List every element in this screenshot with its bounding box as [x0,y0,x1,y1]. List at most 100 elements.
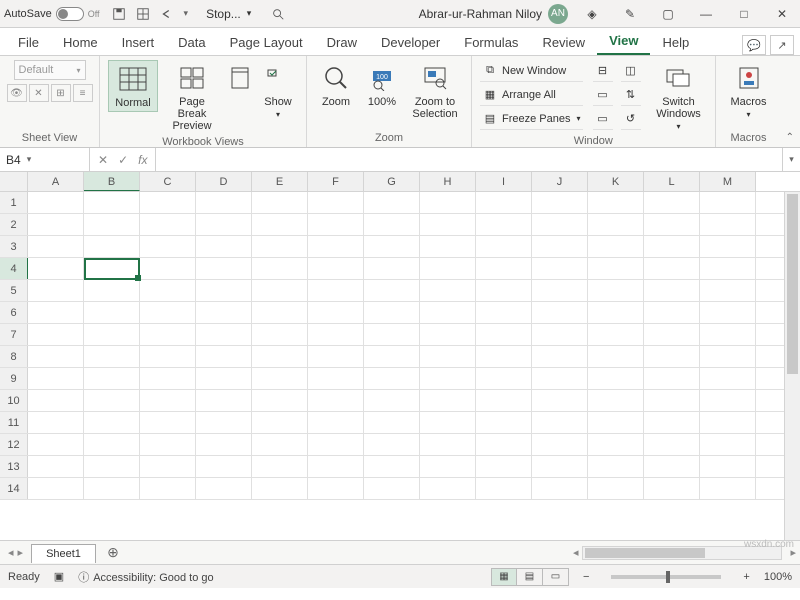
cell[interactable] [420,280,476,301]
cell[interactable] [532,390,588,411]
normal-view-shortcut[interactable]: ▦ [491,568,517,586]
show-button[interactable]: Show ▾ [258,60,298,121]
tab-draw[interactable]: Draw [315,29,369,55]
row-header[interactable]: 2 [0,214,28,235]
sheet-view-dropdown[interactable]: Default▾ [14,60,86,80]
cell[interactable] [644,478,700,499]
hscroll-left-icon[interactable]: ◂ [569,546,583,559]
cell[interactable] [588,412,644,433]
cell[interactable] [196,192,252,213]
close-icon[interactable]: ✕ [768,7,796,21]
save-icon[interactable] [112,7,126,21]
cell[interactable] [28,258,84,279]
maximize-icon[interactable]: □ [730,7,758,21]
tab-insert[interactable]: Insert [110,29,167,55]
cell[interactable] [84,478,140,499]
cell[interactable] [28,478,84,499]
cell[interactable] [84,456,140,477]
cell[interactable] [700,280,756,301]
cell[interactable] [196,236,252,257]
row-header[interactable]: 3 [0,236,28,257]
macro-record-icon[interactable]: ▣ [54,570,64,583]
cell[interactable] [140,192,196,213]
cell[interactable] [308,368,364,389]
cell[interactable] [644,456,700,477]
col-header[interactable]: D [196,172,252,191]
cell[interactable] [476,346,532,367]
col-header[interactable]: H [420,172,476,191]
cell[interactable] [644,412,700,433]
row-header[interactable]: 8 [0,346,28,367]
cell[interactable] [588,258,644,279]
new-view-icon[interactable]: ⊞ [51,84,71,102]
cell[interactable] [308,412,364,433]
zoom-out-button[interactable]: − [583,571,589,583]
cell[interactable] [532,280,588,301]
cell[interactable] [28,390,84,411]
cell[interactable] [140,456,196,477]
cell[interactable] [420,258,476,279]
cell[interactable] [252,324,308,345]
cell[interactable] [308,346,364,367]
cell[interactable] [588,368,644,389]
tab-file[interactable]: File [6,29,51,55]
cell[interactable] [252,478,308,499]
cell[interactable] [420,434,476,455]
zoom-level[interactable]: 100% [764,571,792,583]
cell[interactable] [476,412,532,433]
grid-icon[interactable] [136,7,150,21]
col-header[interactable]: C [140,172,196,191]
cell[interactable] [532,478,588,499]
page-break-button[interactable]: Page Break Preview [162,60,222,134]
cell[interactable] [476,214,532,235]
cell[interactable] [140,478,196,499]
cell[interactable] [252,456,308,477]
cell[interactable] [196,412,252,433]
cell[interactable] [140,412,196,433]
cell[interactable] [700,434,756,455]
accessibility-status[interactable]: ⓘAccessibility: Good to go [78,569,213,585]
col-header[interactable]: I [476,172,532,191]
cell[interactable] [84,434,140,455]
cell[interactable] [700,192,756,213]
formula-input[interactable] [156,148,782,171]
cell[interactable] [196,258,252,279]
cell[interactable] [532,368,588,389]
page-break-shortcut[interactable]: ▭ [543,568,569,586]
cell[interactable] [308,434,364,455]
cell[interactable] [420,390,476,411]
sheet-tab[interactable]: Sheet1 [31,544,96,563]
cell[interactable] [196,478,252,499]
arrange-all-button[interactable]: ▦Arrange All [480,84,583,106]
cell[interactable] [476,456,532,477]
tab-review[interactable]: Review [530,29,597,55]
cell[interactable] [700,236,756,257]
cell[interactable] [476,478,532,499]
cell[interactable] [364,280,420,301]
cell[interactable] [84,236,140,257]
cell[interactable] [140,258,196,279]
cell[interactable] [84,214,140,235]
cell[interactable] [196,346,252,367]
cell[interactable] [420,412,476,433]
cell[interactable] [308,478,364,499]
user-account[interactable]: Abrar-ur-Rahman Niloy AN [419,4,568,24]
cell[interactable] [84,368,140,389]
col-header[interactable]: E [252,172,308,191]
cell[interactable] [364,390,420,411]
col-header[interactable]: A [28,172,84,191]
cell[interactable] [420,456,476,477]
cell[interactable] [308,280,364,301]
row-header[interactable]: 10 [0,390,28,411]
select-all-button[interactable] [0,172,28,191]
cell[interactable] [588,192,644,213]
cell[interactable] [420,302,476,323]
cell[interactable] [140,214,196,235]
row-header[interactable]: 13 [0,456,28,477]
cell[interactable] [308,324,364,345]
freeze-panes-button[interactable]: ▤Freeze Panes▾ [480,108,583,130]
col-header[interactable]: J [532,172,588,191]
cell[interactable] [364,346,420,367]
col-header[interactable]: L [644,172,700,191]
cell[interactable] [28,368,84,389]
